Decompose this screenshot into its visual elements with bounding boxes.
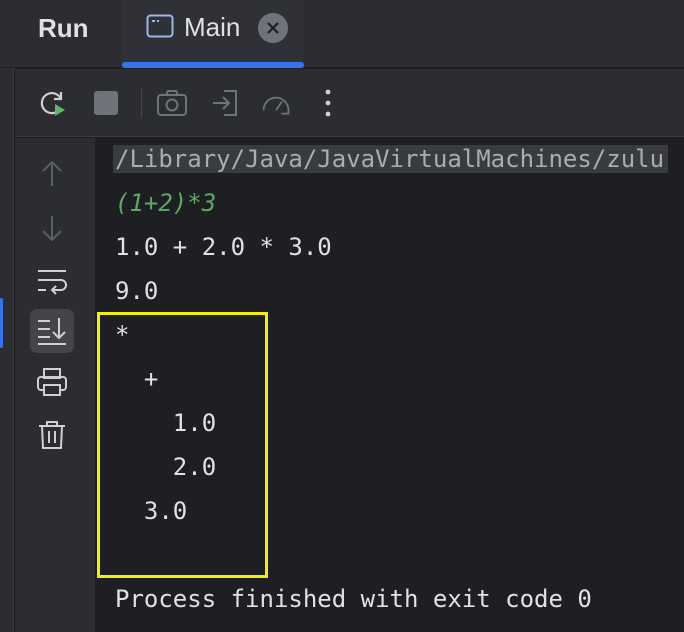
- run-tool-window-title: Run: [38, 13, 89, 43]
- attach-icon[interactable]: [210, 87, 242, 119]
- command-line: /Library/Java/JavaVirtualMachines/zulu: [113, 145, 669, 173]
- trash-icon[interactable]: [36, 419, 68, 451]
- output-line-expression: 1.0 + 2.0 * 3.0: [115, 233, 332, 261]
- soft-wrap-icon[interactable]: [36, 264, 68, 296]
- scroll-to-end-icon[interactable]: [36, 315, 68, 347]
- camera-icon[interactable]: [156, 87, 188, 119]
- close-tab-icon[interactable]: [258, 13, 288, 43]
- output-line-result: 9.0: [115, 277, 159, 305]
- print-icon[interactable]: [36, 366, 68, 398]
- up-arrow-icon[interactable]: [36, 158, 68, 190]
- tab-main-label: Main: [184, 12, 241, 42]
- profiler-icon[interactable]: [260, 87, 292, 119]
- more-icon[interactable]: [312, 87, 344, 119]
- user-input-line: (1+2)*3: [115, 189, 217, 217]
- down-arrow-icon[interactable]: [36, 212, 68, 244]
- application-window-icon: [146, 14, 174, 38]
- toolbar-separator: [141, 88, 142, 118]
- expression-tree-highlight: [97, 312, 268, 578]
- tab-main-selected-indicator: [122, 62, 304, 68]
- process-finished-line: Process finished with exit code 0: [115, 585, 592, 613]
- active-tool-marker: [0, 298, 3, 348]
- run-tool-window-header: [0, 0, 684, 68]
- stop-icon[interactable]: [90, 87, 122, 119]
- rerun-icon[interactable]: [36, 87, 68, 119]
